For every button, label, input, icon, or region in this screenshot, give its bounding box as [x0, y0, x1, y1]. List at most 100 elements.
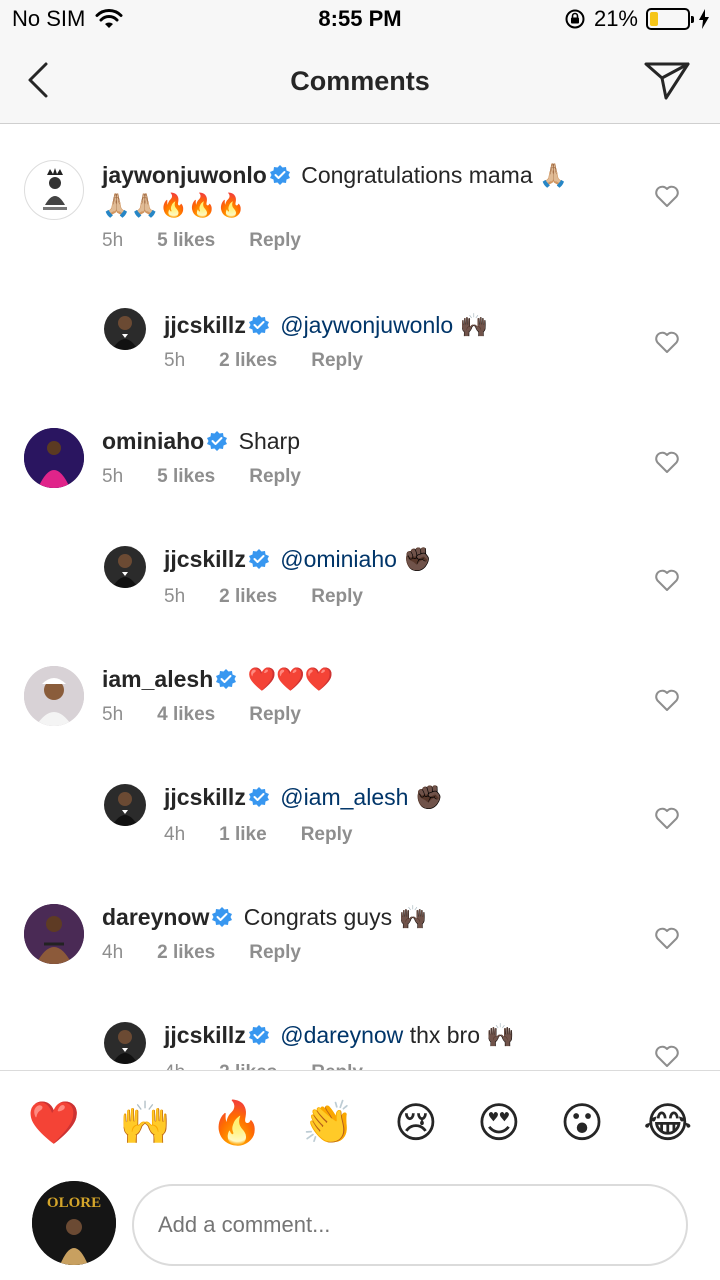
like-heart-icon[interactable]	[654, 1044, 680, 1068]
like-heart-icon[interactable]	[654, 806, 680, 830]
comment-likes[interactable]: 1 like	[219, 824, 267, 846]
verified-badge-icon	[248, 315, 269, 335]
comment-meta: 5h 2 likes Reply	[164, 350, 363, 372]
status-bar: No SIM 8:55 PM 21%	[0, 0, 720, 40]
comment-message: ❤️❤️❤️	[247, 666, 334, 692]
mention-link[interactable]: @dareynow	[280, 1022, 403, 1048]
avatar[interactable]	[104, 1022, 146, 1064]
comment-username[interactable]: jjcskillz	[164, 1022, 246, 1048]
comment-text: jjcskillz @ominiaho ✊🏿	[164, 544, 624, 574]
comment-username[interactable]: jjcskillz	[164, 312, 246, 338]
comment-likes[interactable]: 4 likes	[157, 704, 215, 726]
charging-bolt-icon	[699, 9, 709, 29]
avatar[interactable]	[24, 160, 84, 220]
comment-composer: OLORE	[0, 1174, 720, 1280]
comment-text: iam_alesh ❤️❤️❤️	[102, 664, 622, 694]
like-heart-icon[interactable]	[654, 184, 680, 208]
comment-username[interactable]: jaywonjuwonlo	[102, 162, 267, 188]
comment-username[interactable]: dareynow	[102, 904, 209, 930]
verified-badge-icon	[248, 549, 269, 569]
reply-button[interactable]: Reply	[311, 1062, 363, 1070]
like-heart-icon[interactable]	[654, 926, 680, 950]
like-heart-icon[interactable]	[654, 330, 680, 354]
comment-likes[interactable]: 2 likes	[219, 586, 277, 608]
avatar[interactable]	[24, 428, 84, 488]
comment-username[interactable]: jjcskillz	[164, 546, 246, 572]
comment-message: Congratulations mama 🙏🏼	[301, 162, 568, 188]
emoji-crying-button[interactable]: 😢	[394, 1101, 438, 1144]
current-user-avatar: OLORE	[32, 1181, 116, 1265]
emoji-fire-button[interactable]: 🔥	[211, 1101, 263, 1144]
comment-username[interactable]: jjcskillz	[164, 784, 246, 810]
reply-button[interactable]: Reply	[311, 350, 363, 372]
mention-link[interactable]: @iam_alesh	[280, 784, 408, 810]
comment-text: jjcskillz @iam_alesh ✊🏿	[164, 782, 624, 812]
reply-button[interactable]: Reply	[311, 586, 363, 608]
verified-badge-icon	[248, 1025, 269, 1045]
reply-button[interactable]: Reply	[249, 230, 301, 252]
comment-time: 5h	[102, 230, 124, 251]
comment-message: ✊🏿	[414, 784, 444, 810]
avatar[interactable]	[104, 784, 146, 826]
comment-text: jjcskillz @jaywonjuwonlo 🙌🏿	[164, 310, 624, 340]
status-right: 21%	[564, 6, 710, 32]
comment-time: 5h	[102, 704, 124, 725]
emoji-raised-hands-button[interactable]: 🙌	[119, 1101, 171, 1144]
avatar[interactable]	[24, 904, 84, 964]
comment-meta: 5h 2 likes Reply	[164, 586, 363, 608]
comment-time: 5h	[164, 350, 186, 371]
comment-message: Congrats guys 🙌🏿	[243, 904, 428, 930]
comment-message-cont: 🙏🏼🙏🏼🔥🔥🔥	[102, 192, 246, 218]
like-heart-icon[interactable]	[654, 688, 680, 712]
verified-badge-icon	[248, 787, 269, 807]
comment-username[interactable]: ominiaho	[102, 428, 204, 454]
comment-text: jaywonjuwonlo Congratulations mama 🙏🏼 🙏🏼…	[102, 160, 622, 220]
comment-time: 4h	[102, 942, 124, 963]
comment-likes[interactable]: 2 likes	[157, 942, 215, 964]
reply-button[interactable]: Reply	[301, 824, 353, 846]
orientation-lock-icon	[565, 9, 585, 29]
comment-list: jaywonjuwonlo Congratulations mama 🙏🏼 🙏🏼…	[0, 124, 720, 1070]
comment-text: dareynow Congrats guys 🙌🏿	[102, 902, 622, 932]
avatar-logo-text: OLORE	[47, 1195, 101, 1211]
avatar[interactable]	[104, 308, 146, 350]
comment-meta: 4h 1 like Reply	[164, 824, 352, 846]
comment-username[interactable]: iam_alesh	[102, 666, 213, 692]
battery-fill	[650, 12, 658, 26]
comment-meta: 4h 2 likes Reply	[102, 942, 301, 964]
reply-button[interactable]: Reply	[249, 704, 301, 726]
send-direct-icon[interactable]	[642, 56, 692, 106]
emoji-heart-button[interactable]: ❤️	[28, 1101, 80, 1144]
comment-message: Sharp	[238, 428, 300, 454]
battery-percent: 21%	[593, 6, 638, 31]
emoji-clap-button[interactable]: 👏	[302, 1101, 354, 1144]
emoji-quick-bar: ❤️ 🙌 🔥 👏 😢 😍 😮 😂	[0, 1070, 720, 1174]
comment-meta: 4h 2 likes Reply	[164, 1062, 363, 1070]
comment-message: thx bro 🙌🏿	[409, 1022, 516, 1048]
avatar[interactable]	[24, 666, 84, 726]
reply-button[interactable]: Reply	[249, 942, 301, 964]
page-title: Comments	[290, 66, 430, 96]
mention-link[interactable]: @jaywonjuwonlo	[280, 312, 453, 338]
avatar[interactable]	[104, 546, 146, 588]
nav-bar: Comments	[0, 40, 720, 124]
emoji-heart-eyes-button[interactable]: 😍	[477, 1101, 521, 1144]
comment-likes[interactable]: 5 likes	[157, 466, 215, 488]
verified-badge-icon	[269, 165, 290, 185]
verified-badge-icon	[212, 907, 233, 927]
comment-text: jjcskillz @dareynow thx bro 🙌🏿	[164, 1020, 624, 1050]
verified-badge-icon	[207, 431, 228, 451]
comment-text: ominiaho Sharp	[102, 426, 622, 456]
mention-link[interactable]: @ominiaho	[280, 546, 397, 572]
comment-input[interactable]	[132, 1184, 688, 1266]
emoji-surprised-button[interactable]: 😮	[560, 1101, 604, 1144]
emoji-laughing-button[interactable]: 😂	[643, 1101, 692, 1144]
comment-likes[interactable]: 2 likes	[219, 350, 277, 372]
like-heart-icon[interactable]	[654, 450, 680, 474]
comment-meta: 5h 5 likes Reply	[102, 230, 301, 252]
like-heart-icon[interactable]	[654, 568, 680, 592]
comment-likes[interactable]: 2 likes	[219, 1062, 277, 1070]
comment-meta: 5h 4 likes Reply	[102, 704, 301, 726]
reply-button[interactable]: Reply	[249, 466, 301, 488]
comment-likes[interactable]: 5 likes	[157, 230, 215, 252]
